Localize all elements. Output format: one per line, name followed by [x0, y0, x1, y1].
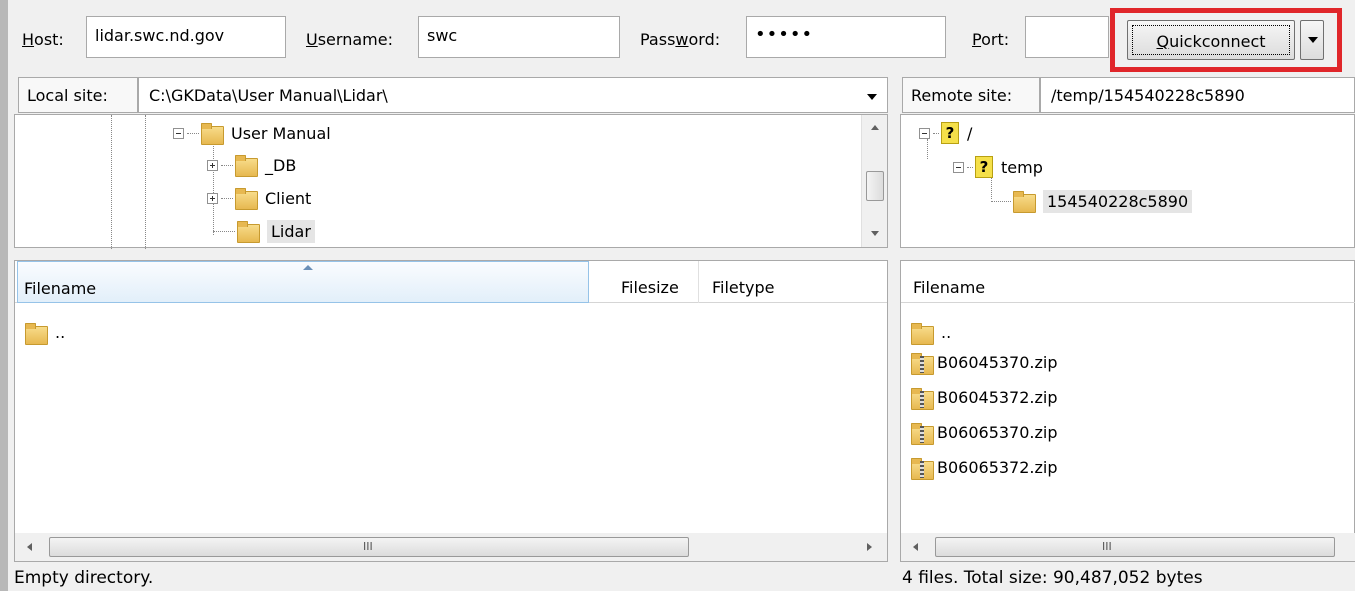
tree-item-label: 154540228c5890 [1043, 189, 1193, 213]
folder-icon [235, 154, 258, 177]
column-filetype[interactable]: Filetype [699, 261, 809, 303]
collapse-icon[interactable] [173, 127, 184, 139]
tree-guide-line [111, 115, 112, 249]
tree-item-client[interactable]: Client [207, 182, 311, 214]
tree-item-user-manual[interactable]: User Manual [173, 117, 331, 149]
local-status-text: Empty directory. [14, 568, 154, 588]
expand-icon[interactable] [207, 192, 218, 204]
expand-icon[interactable] [207, 159, 218, 171]
window-left-edge [0, 0, 8, 591]
local-horizontal-scrollbar[interactable]: III [15, 533, 887, 561]
tree-item-temp[interactable]: ? temp [953, 151, 1043, 183]
tree-item-db[interactable]: _DB [207, 149, 296, 181]
file-row[interactable]: B06065370.zip [911, 415, 1058, 450]
local-directory-tree: User Manual _DB Client Lidar [14, 114, 888, 249]
remote-directory-tree: ? / ? temp 154540228c5890 [900, 114, 1355, 248]
file-name: B06065372.zip [937, 458, 1058, 477]
remote-site-path: /temp/154540228c5890 [1051, 86, 1245, 105]
folder-icon [201, 122, 224, 145]
chevron-down-icon[interactable] [867, 94, 877, 100]
unknown-folder-icon: ? [941, 122, 959, 144]
remote-site-path-input[interactable]: /temp/154540228c5890 [1040, 77, 1355, 113]
folder-icon [1013, 190, 1036, 213]
sort-ascending-icon [303, 265, 313, 270]
password-label: Password: [640, 30, 721, 49]
zip-file-icon [911, 352, 934, 375]
scroll-thumb[interactable] [866, 171, 884, 201]
file-name: B06045372.zip [937, 388, 1058, 407]
tree-item-label: _DB [265, 155, 297, 175]
scroll-grip: III [1102, 540, 1112, 553]
local-file-list: Filename Filesize Filetype .. III [14, 260, 888, 562]
folder-icon [237, 220, 260, 243]
zip-file-icon [911, 387, 934, 410]
local-site-path-combo[interactable]: C:\GKData\User Manual\Lidar\ [138, 77, 888, 113]
column-filesize[interactable]: Filesize [589, 261, 699, 303]
column-filename[interactable]: Filename [903, 261, 1355, 303]
username-input[interactable]: swc [418, 16, 620, 58]
folder-icon [25, 322, 48, 345]
tree-item-lidar[interactable]: Lidar [213, 215, 315, 247]
scroll-thumb[interactable]: III [49, 537, 689, 557]
tree-item-label: temp [1001, 157, 1043, 177]
local-site-label: Local site: [18, 77, 138, 113]
tree-item-label: Client [265, 188, 312, 208]
remote-horizontal-scrollbar[interactable]: III [901, 533, 1355, 561]
scroll-down-icon[interactable] [871, 231, 879, 236]
port-input[interactable] [1025, 16, 1109, 58]
local-site-path: C:\GKData\User Manual\Lidar\ [149, 86, 388, 105]
scroll-thumb[interactable]: III [935, 537, 1335, 557]
tree-item-label: / [967, 123, 973, 143]
remote-file-list: Filename .. B06045370.zip B06045372.zip … [900, 260, 1355, 562]
tree-item-root[interactable]: ? / [919, 117, 972, 149]
password-value: ••••• [755, 24, 814, 45]
username-value: swc [427, 26, 458, 45]
column-filename[interactable]: Filename [17, 261, 589, 303]
scroll-left-icon[interactable] [27, 543, 32, 551]
remote-status-text: 4 files. Total size: 90,487,052 bytes [902, 568, 1203, 588]
file-name: .. [55, 323, 66, 342]
folder-icon [911, 322, 934, 345]
collapse-icon[interactable] [953, 161, 964, 173]
port-label: Port: [972, 30, 1010, 49]
tree-item-label: Lidar [267, 219, 315, 243]
remote-site-label: Remote site: [902, 77, 1040, 113]
scroll-grip: III [363, 540, 373, 553]
tree-item-154540228c5890[interactable]: 154540228c5890 [991, 185, 1193, 217]
unknown-folder-icon: ? [975, 156, 993, 178]
collapse-icon[interactable] [919, 127, 930, 139]
file-row[interactable]: B06045372.zip [911, 380, 1058, 415]
remote-site-bar: Remote site: /temp/154540228c5890 [900, 76, 1355, 114]
local-site-bar: Local site: C:\GKData\User Manual\Lidar\ [14, 76, 888, 114]
scroll-left-icon[interactable] [913, 543, 918, 551]
scroll-right-icon[interactable] [867, 543, 872, 551]
remote-column-header: Filename [901, 261, 1355, 303]
file-row-parent[interactable]: .. [25, 315, 65, 350]
scroll-up-icon[interactable] [871, 125, 879, 130]
host-label: Host: [22, 30, 64, 49]
zip-file-icon [911, 457, 934, 480]
zip-file-icon [911, 422, 934, 445]
file-row[interactable]: B06065372.zip [911, 450, 1058, 485]
file-name: .. [941, 323, 952, 342]
tree-guide-line [145, 115, 146, 249]
host-input[interactable]: lidar.swc.nd.gov [86, 16, 286, 58]
username-label: Username: [306, 30, 393, 49]
quickconnect-highlight-box [1110, 8, 1342, 72]
password-input[interactable]: ••••• [746, 16, 946, 58]
host-value: lidar.swc.nd.gov [95, 26, 225, 45]
file-row[interactable]: B06045370.zip [911, 345, 1058, 380]
tree-item-label: User Manual [231, 123, 331, 143]
folder-icon [235, 187, 258, 210]
local-tree-scrollbar[interactable] [861, 115, 887, 247]
file-name: B06065370.zip [937, 423, 1058, 442]
file-name: B06045370.zip [937, 353, 1058, 372]
local-column-header: Filename Filesize Filetype [15, 261, 887, 303]
